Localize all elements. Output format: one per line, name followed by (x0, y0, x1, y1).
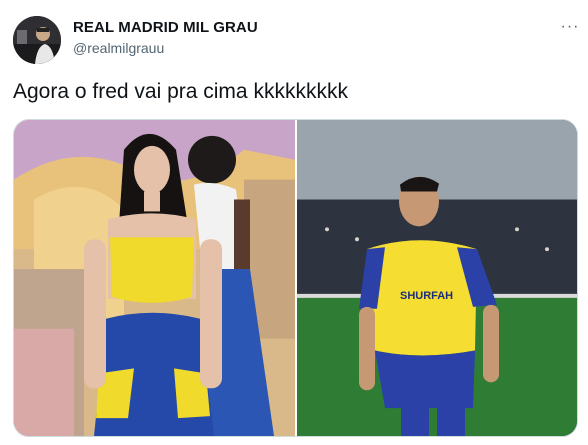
tweet-text: Agora o fred vai pra cima kkkkkkkkk (13, 80, 348, 103)
jersey-text: SHURFAH (400, 290, 453, 302)
avatar[interactable] (13, 16, 61, 64)
more-horizontal-icon[interactable]: ··· (558, 17, 582, 37)
author-handle[interactable]: @realmilgrauu (73, 40, 164, 56)
media-image-left[interactable] (14, 120, 295, 436)
media-grid: SHURFAH (13, 119, 578, 437)
author-name[interactable]: REAL MADRID MIL GRAU (73, 19, 258, 36)
media-image-right[interactable]: SHURFAH (297, 120, 577, 436)
tweet-card: REAL MADRID MIL GRAU @realmilgrauu ··· A… (0, 0, 588, 445)
